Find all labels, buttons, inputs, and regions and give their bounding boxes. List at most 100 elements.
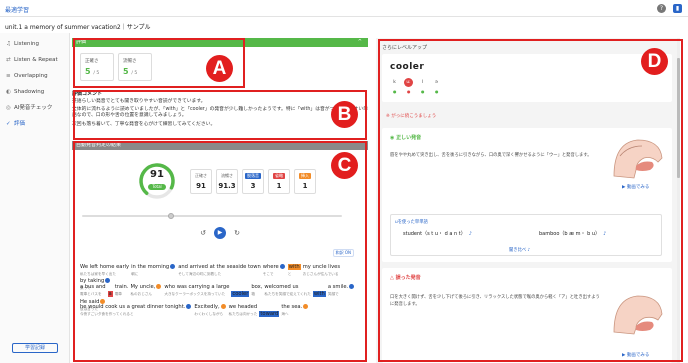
transcript-english: train. bbox=[114, 284, 129, 290]
feedback-dot-icon[interactable] bbox=[349, 284, 355, 289]
level-up-title: さらにレベルアップ bbox=[382, 45, 428, 51]
transcript-segment[interactable]: My uncle, 私のおじさん bbox=[130, 283, 162, 297]
transcript-segment[interactable]: a bbox=[107, 290, 113, 298]
transcript-segment[interactable]: and arrived at the seaside town そして海辺の町に到… bbox=[178, 263, 261, 277]
play-button[interactable]: ▶ bbox=[214, 227, 226, 239]
scrollbar-thumb[interactable] bbox=[677, 58, 680, 178]
transcript-segment[interactable]: Excitedly, わくわくしながら bbox=[194, 303, 226, 317]
transcript-english: welcomed us bbox=[264, 284, 299, 290]
sidebar-item-shadowing[interactable]: ◐ Shadowing bbox=[6, 85, 66, 99]
phoneme[interactable]: ə bbox=[432, 78, 441, 87]
transcript-segment[interactable]: cooler bbox=[231, 290, 250, 298]
transcript-japanese: 朝に bbox=[131, 272, 139, 276]
transcript-segment[interactable]: the sea. 海へ bbox=[281, 303, 309, 317]
phoneme[interactable]: k bbox=[390, 78, 399, 87]
transcript-english: box, bbox=[251, 284, 263, 290]
transcript-english: we headed bbox=[228, 304, 258, 310]
accuracy-card: 正確さ 5 / 5 bbox=[80, 53, 114, 81]
result-section: 自動発音判定の結果 91 Total 正確さ 91 流暢さ 91.3 脱落音 3… bbox=[72, 141, 368, 363]
audio-seek-handle[interactable] bbox=[168, 213, 174, 219]
transcript-english: a bus and bbox=[80, 284, 106, 290]
example-word[interactable]: student（s t u・ d a n t） ♪ bbox=[403, 230, 472, 237]
top-bar: 最適学習 ? ▮ bbox=[0, 0, 688, 17]
transcript-japanese: 海へ bbox=[281, 312, 289, 316]
transcript-english: and arrived at the seaside town bbox=[178, 264, 261, 270]
metric-insertions: 挿入 1 bbox=[294, 169, 316, 194]
sidebar-item-overlapping[interactable]: ≡ Overlapping bbox=[6, 69, 66, 83]
transcript: We left home early 私たちは家を早く出た in the morni… bbox=[80, 263, 360, 323]
annotation-label-b: B bbox=[331, 101, 358, 128]
correct-video-link[interactable]: ▶ 動画でみる bbox=[622, 184, 649, 190]
feedback-dot-icon[interactable] bbox=[170, 264, 176, 269]
transcript-segment[interactable]: who was carrying a large 大きなクーラーボックスを持ってい… bbox=[164, 283, 229, 297]
phoneme[interactable]: l bbox=[418, 78, 427, 87]
evaluation-comment: 評価コメント 英語らしい発音でとても聞き取りやすい音読ができています。 全体的に… bbox=[72, 90, 368, 138]
evaluation-header[interactable]: 評価 ^ bbox=[72, 38, 368, 47]
transcript-segment[interactable]: a smile. 笑顔で bbox=[328, 283, 355, 297]
feedback-dot-icon[interactable] bbox=[279, 264, 285, 269]
wrong-video-link[interactable]: ▶ 動画でみる bbox=[622, 352, 649, 358]
transcript-segment[interactable]: welcomed us 私たちを笑顔で迎えてくれた bbox=[264, 283, 310, 297]
help-icon[interactable]: ? bbox=[657, 4, 666, 13]
feedback-dot-icon[interactable] bbox=[186, 304, 192, 309]
result-header: 自動発音判定の結果 bbox=[72, 141, 368, 150]
phoneme-ok-mark: ● bbox=[421, 89, 425, 94]
trash-icon[interactable]: ▮ bbox=[673, 4, 682, 13]
transcript-japanese: 箱 bbox=[251, 292, 255, 296]
transcript-segment[interactable]: he would cook us a great dinner tonight.… bbox=[80, 303, 192, 317]
right-panel-scrollbar[interactable] bbox=[677, 38, 680, 363]
sidebar-item-label: AI発音チェック bbox=[14, 105, 53, 111]
focus-note: ※ がっに続こうましょう bbox=[386, 114, 437, 119]
sidebar-item-label: Overlapping bbox=[14, 73, 48, 79]
transcript-segment[interactable]: We left home early 私たちは家を早く出た bbox=[80, 263, 129, 277]
transcript-segment[interactable]: in the morning 朝に bbox=[131, 263, 176, 277]
transcript-english: he would cook us a great dinner tonight. bbox=[80, 304, 186, 310]
sidebar-item-label: Shadowing bbox=[14, 89, 45, 95]
comment-line: 次回も落ち着いて、丁寧な発音を心がけて練習してみてください。 bbox=[72, 122, 216, 127]
sidebar-item-ai-check[interactable]: ◎ AI発音チェック bbox=[6, 101, 66, 115]
transcript-segment[interactable]: we headed 私たちは向かった bbox=[229, 303, 258, 317]
feedback-dot-icon[interactable] bbox=[220, 304, 226, 309]
transcript-english: My uncle, bbox=[130, 284, 156, 290]
feedback-dot-icon[interactable] bbox=[156, 284, 162, 289]
evaluation-icon: ✓ bbox=[6, 121, 11, 127]
feedback-dot-icon[interactable] bbox=[303, 304, 309, 309]
transcript-english: cooler bbox=[231, 291, 250, 297]
headphones-icon: ♫ bbox=[6, 41, 11, 47]
example-word[interactable]: bamboo（b æ m・ b u） ♪ bbox=[539, 230, 606, 237]
sidebar-item-label: Listening bbox=[14, 41, 39, 47]
transcript-segment[interactable]: toward bbox=[259, 310, 280, 318]
transcript-english: with bbox=[312, 291, 326, 297]
compare-listen-link[interactable]: 聞き比べ ♪ bbox=[509, 247, 530, 253]
audio-seek-bar[interactable] bbox=[82, 215, 342, 217]
metric-value: 1 bbox=[276, 182, 282, 190]
transcript-japanese: と bbox=[287, 272, 292, 276]
phoneme-ok-mark: ● bbox=[393, 89, 397, 94]
study-record-button[interactable]: 学習記録 bbox=[12, 343, 58, 353]
transcript-segment[interactable]: a bus and 電車とバスを bbox=[80, 283, 106, 297]
transcript-segment[interactable]: where そこで bbox=[263, 263, 286, 277]
transcript-japanese: そこで bbox=[262, 272, 274, 276]
sidebar-item-evaluation[interactable]: ✓ 評価 bbox=[6, 117, 66, 131]
translation-toggle[interactable]: 和訳 ON bbox=[332, 249, 354, 257]
transcript-segment[interactable]: box, 箱 bbox=[251, 283, 262, 297]
phoneme-error[interactable]: uː bbox=[404, 78, 413, 87]
focus-word: cooler bbox=[390, 62, 425, 72]
transcript-english: where bbox=[262, 264, 279, 270]
sidebar-item-listening[interactable]: ♫ Listening bbox=[6, 37, 66, 51]
transcript-japanese: 電車とバスを bbox=[80, 292, 102, 296]
annotation-label-a: A bbox=[206, 55, 233, 82]
app-title[interactable]: 最適学習 bbox=[5, 5, 29, 14]
transcript-segment[interactable]: my uncle lives おじさんが住んでいる bbox=[303, 263, 340, 277]
rewind-icon[interactable]: ↺ bbox=[198, 229, 208, 237]
gauge-fill bbox=[139, 163, 175, 199]
word-card: cooler k uː l ə ● ● ● ● bbox=[382, 54, 672, 102]
metric-dropped-sounds: 脱落音 3 bbox=[242, 169, 264, 194]
transcript-segment[interactable]: train. 電車 bbox=[115, 283, 129, 297]
ai-check-icon: ◎ bbox=[6, 105, 11, 111]
chevron-up-icon[interactable]: ^ bbox=[358, 38, 362, 47]
forward-icon[interactable]: ↻ bbox=[232, 229, 242, 237]
sidebar-item-listen-repeat[interactable]: ⇄ Listen & Repeat bbox=[6, 53, 66, 67]
transcript-segment[interactable]: with と bbox=[287, 263, 301, 277]
transcript-segment[interactable]: with bbox=[312, 290, 326, 298]
